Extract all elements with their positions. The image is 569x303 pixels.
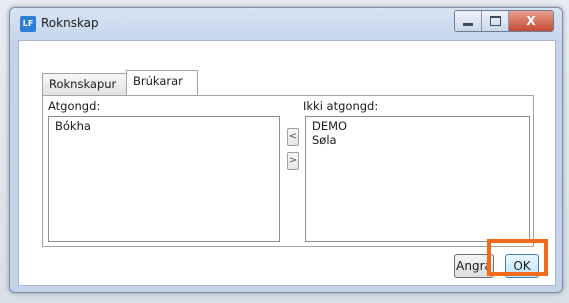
dialog-window: LF Roknskap X Roknskapur Brúkarar Atgong… — [9, 7, 563, 293]
maximize-icon — [489, 16, 501, 26]
access-listbox[interactable]: Bókha — [48, 116, 280, 242]
app-icon: LF — [20, 16, 36, 32]
list-item[interactable]: DEMO — [312, 119, 523, 133]
dialog-content: Roknskapur Brúkarar Atgongd: Ikki atgong… — [18, 40, 556, 286]
title-bar[interactable]: LF Roknskap X — [10, 8, 562, 40]
no-access-label: Ikki atgongd: — [303, 99, 379, 113]
access-label: Atgongd: — [48, 99, 101, 113]
no-access-listbox[interactable]: DEMO Søla — [305, 116, 530, 242]
tab-roknskapur[interactable]: Roknskapur — [42, 73, 127, 95]
list-item[interactable]: Søla — [312, 133, 523, 147]
chevron-right-icon: > — [288, 155, 298, 166]
chevron-left-icon: < — [288, 131, 298, 142]
minimize-button[interactable] — [455, 11, 482, 31]
move-left-button[interactable]: < — [287, 128, 299, 146]
move-right-button[interactable]: > — [287, 152, 299, 170]
close-icon: X — [526, 14, 536, 28]
users-tab-panel: Atgongd: Ikki atgongd: Bókha < > DEMO Sø… — [42, 95, 534, 247]
window-title: Roknskap — [41, 16, 99, 30]
minimize-icon — [463, 22, 473, 26]
tab-brukarar[interactable]: Brúkarar — [126, 70, 198, 95]
maximize-button[interactable] — [482, 11, 509, 31]
close-button[interactable]: X — [509, 11, 553, 31]
ok-highlight-box — [487, 239, 548, 276]
window-controls: X — [454, 10, 554, 32]
list-item[interactable]: Bókha — [55, 119, 273, 133]
